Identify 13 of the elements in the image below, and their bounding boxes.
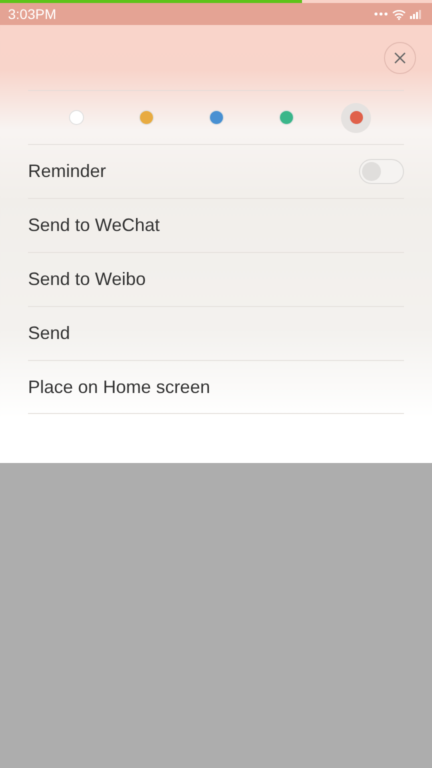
menu-item[interactable]: Send to WeChat	[28, 198, 404, 252]
menu-item[interactable]: Place on Home screen	[28, 360, 404, 414]
menu-item[interactable]: Reminder	[28, 144, 404, 198]
menu-item[interactable]: Send to Weibo	[28, 252, 404, 306]
status-time: 3:03PM	[8, 4, 56, 24]
color-option[interactable]	[341, 102, 371, 132]
close-button[interactable]	[384, 42, 416, 74]
signal-icon	[410, 9, 424, 19]
reminder-switch[interactable]	[359, 159, 404, 184]
wifi-icon	[392, 8, 406, 20]
close-icon	[394, 52, 406, 64]
more-dots-icon	[374, 12, 388, 16]
menu-item[interactable]: Send	[28, 306, 404, 360]
